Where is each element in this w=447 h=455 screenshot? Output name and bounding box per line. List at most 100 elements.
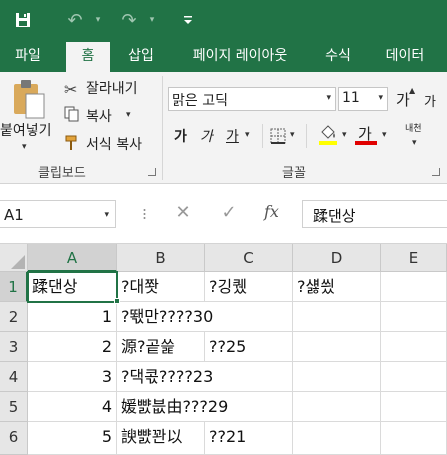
clipboard-group-label: 클립보드 — [38, 166, 86, 181]
cell-d6[interactable] — [293, 422, 381, 455]
cell-c1[interactable]: ?깅퀬 — [205, 272, 293, 302]
tab-insert[interactable]: 삽입 — [118, 40, 164, 72]
paste-button[interactable]: 붙여넣기 — [0, 120, 52, 140]
undo-dropdown-icon[interactable]: ▾ — [93, 8, 103, 32]
cell-a3[interactable]: 2 — [28, 332, 117, 362]
phonetic-button[interactable]: 내천 — [405, 124, 422, 134]
bold-button[interactable]: 가 — [174, 126, 187, 146]
increase-font-size-button[interactable]: 가 — [396, 89, 410, 110]
cell-c4[interactable] — [205, 362, 293, 392]
column-header-c[interactable]: C — [205, 244, 293, 272]
copy-dropdown-icon[interactable]: ▾ — [126, 110, 131, 120]
font-group-label: 글꼴 — [282, 166, 306, 181]
cell-c2[interactable] — [205, 302, 293, 332]
cell-b3[interactable]: 源?곹쓽 — [117, 332, 205, 362]
format-painter-icon[interactable] — [64, 134, 82, 152]
tab-home[interactable]: 홈 — [66, 42, 110, 72]
customize-quick-access-icon[interactable] — [180, 8, 196, 32]
worksheet-grid: A B C D E 1 2 3 4 5 6 蹂댄상 ?대쫫 ?깅퀬 ?섏씠 1 … — [0, 244, 447, 455]
row-header-2[interactable]: 2 — [0, 302, 28, 332]
underline-button[interactable]: 가 — [226, 126, 239, 146]
fill-color-icon[interactable] — [318, 124, 338, 146]
font-size-select[interactable]: 11 ▾ — [338, 87, 388, 111]
tab-data[interactable]: 데이터 — [372, 40, 438, 72]
row-header-4[interactable]: 4 — [0, 362, 28, 392]
copy-button[interactable]: 복사 — [86, 106, 112, 126]
paste-dropdown-icon[interactable]: ▾ — [22, 142, 27, 152]
insert-function-button[interactable]: fx — [264, 202, 286, 224]
font-launcher-icon[interactable] — [432, 168, 440, 176]
cell-c5[interactable] — [205, 392, 293, 422]
cell-e6[interactable] — [381, 422, 447, 455]
formula-bar-area: A1 ▾ ✕ ✓ fx 蹂댄상 — [0, 184, 447, 244]
fill-color-dropdown-icon[interactable]: ▾ — [342, 130, 347, 140]
name-box-value: A1 — [4, 206, 24, 224]
row-header-1[interactable]: 1 — [0, 272, 28, 302]
cell-a1[interactable]: 蹂댄상 — [27, 271, 118, 303]
font-color-swatch — [355, 141, 377, 145]
tab-file[interactable]: 파일 — [0, 40, 56, 72]
undo-icon[interactable]: ↶ — [64, 8, 86, 32]
paste-icon[interactable] — [10, 78, 46, 120]
font-size-dropdown-icon[interactable]: ▾ — [378, 93, 383, 103]
row-header-5[interactable]: 5 — [0, 392, 28, 422]
cell-a5[interactable]: 4 — [28, 392, 117, 422]
tab-page-layout[interactable]: 페이지 레이아웃 — [176, 40, 304, 72]
scissors-icon[interactable]: ✂ — [64, 80, 82, 99]
cell-e5[interactable] — [381, 392, 447, 422]
cell-e2[interactable] — [381, 302, 447, 332]
font-color-dropdown-icon[interactable]: ▾ — [382, 130, 387, 140]
cell-b1[interactable]: ?대쫫 — [117, 272, 205, 302]
cell-c6[interactable]: ??21 — [205, 422, 293, 455]
column-header-e[interactable]: E — [381, 244, 447, 272]
borders-icon[interactable] — [270, 128, 286, 144]
column-header-b[interactable]: B — [117, 244, 205, 272]
cell-b6[interactable]: 諛뺤꽌以 — [117, 422, 205, 455]
borders-dropdown-icon[interactable]: ▾ — [290, 130, 295, 140]
copy-icon[interactable] — [64, 106, 82, 124]
cancel-icon[interactable]: ✕ — [173, 203, 193, 223]
row-header-6[interactable]: 6 — [0, 422, 28, 455]
name-box[interactable]: A1 ▾ — [0, 200, 116, 228]
redo-dropdown-icon[interactable]: ▾ — [147, 8, 157, 32]
cell-d4[interactable] — [293, 362, 381, 392]
cut-button[interactable]: 잘라내기 — [86, 78, 138, 98]
column-header-a[interactable]: A — [28, 244, 117, 272]
cell-d1[interactable]: ?섏씠 — [293, 272, 381, 302]
fill-handle[interactable] — [114, 298, 120, 304]
phonetic-dropdown-icon[interactable]: ▾ — [412, 138, 417, 148]
tab-formulas[interactable]: 수식 — [314, 40, 362, 72]
ribbon-separator — [162, 76, 163, 180]
cell-b5[interactable]: 媛뺤븞由???29 — [117, 392, 228, 422]
cell-d5[interactable] — [293, 392, 381, 422]
clipboard-launcher-icon[interactable] — [148, 168, 156, 176]
format-painter-button[interactable]: 서식 복사 — [86, 134, 142, 154]
column-header-d[interactable]: D — [293, 244, 381, 272]
enter-icon[interactable]: ✓ — [219, 203, 239, 223]
save-icon[interactable] — [12, 8, 34, 32]
cell-d3[interactable] — [293, 332, 381, 362]
ribbon-separator — [306, 124, 307, 148]
cell-e4[interactable] — [381, 362, 447, 392]
italic-button[interactable]: 가 — [200, 126, 213, 146]
cell-a6[interactable]: 5 — [28, 422, 117, 455]
cell-c3[interactable]: ??25 — [205, 332, 293, 362]
row-header-3[interactable]: 3 — [0, 332, 28, 362]
font-name-select[interactable]: 맑은 고딕 ▾ — [168, 87, 336, 111]
cell-b4[interactable]: ?댁콗????23 — [117, 362, 213, 392]
ribbon-tab-bar: 파일 홈 삽입 페이지 레이아웃 수식 데이터 — [0, 40, 447, 72]
cell-e3[interactable] — [381, 332, 447, 362]
cell-d2[interactable] — [293, 302, 381, 332]
font-name-dropdown-icon[interactable]: ▾ — [326, 93, 331, 103]
decrease-font-size-button[interactable]: 가 — [424, 91, 436, 110]
cell-b2[interactable]: ?뙋만????30 — [117, 302, 213, 332]
name-box-dropdown-icon[interactable]: ▾ — [104, 210, 109, 220]
cell-a4[interactable]: 3 — [28, 362, 117, 392]
formula-bar-grip-icon[interactable] — [143, 205, 146, 223]
underline-dropdown-icon[interactable]: ▾ — [245, 130, 250, 140]
cell-a2[interactable]: 1 — [28, 302, 117, 332]
select-all-corner[interactable] — [0, 244, 28, 272]
redo-icon[interactable]: ↷ — [118, 8, 140, 32]
formula-input[interactable]: 蹂댄상 — [302, 200, 447, 228]
cell-e1[interactable] — [381, 272, 447, 302]
